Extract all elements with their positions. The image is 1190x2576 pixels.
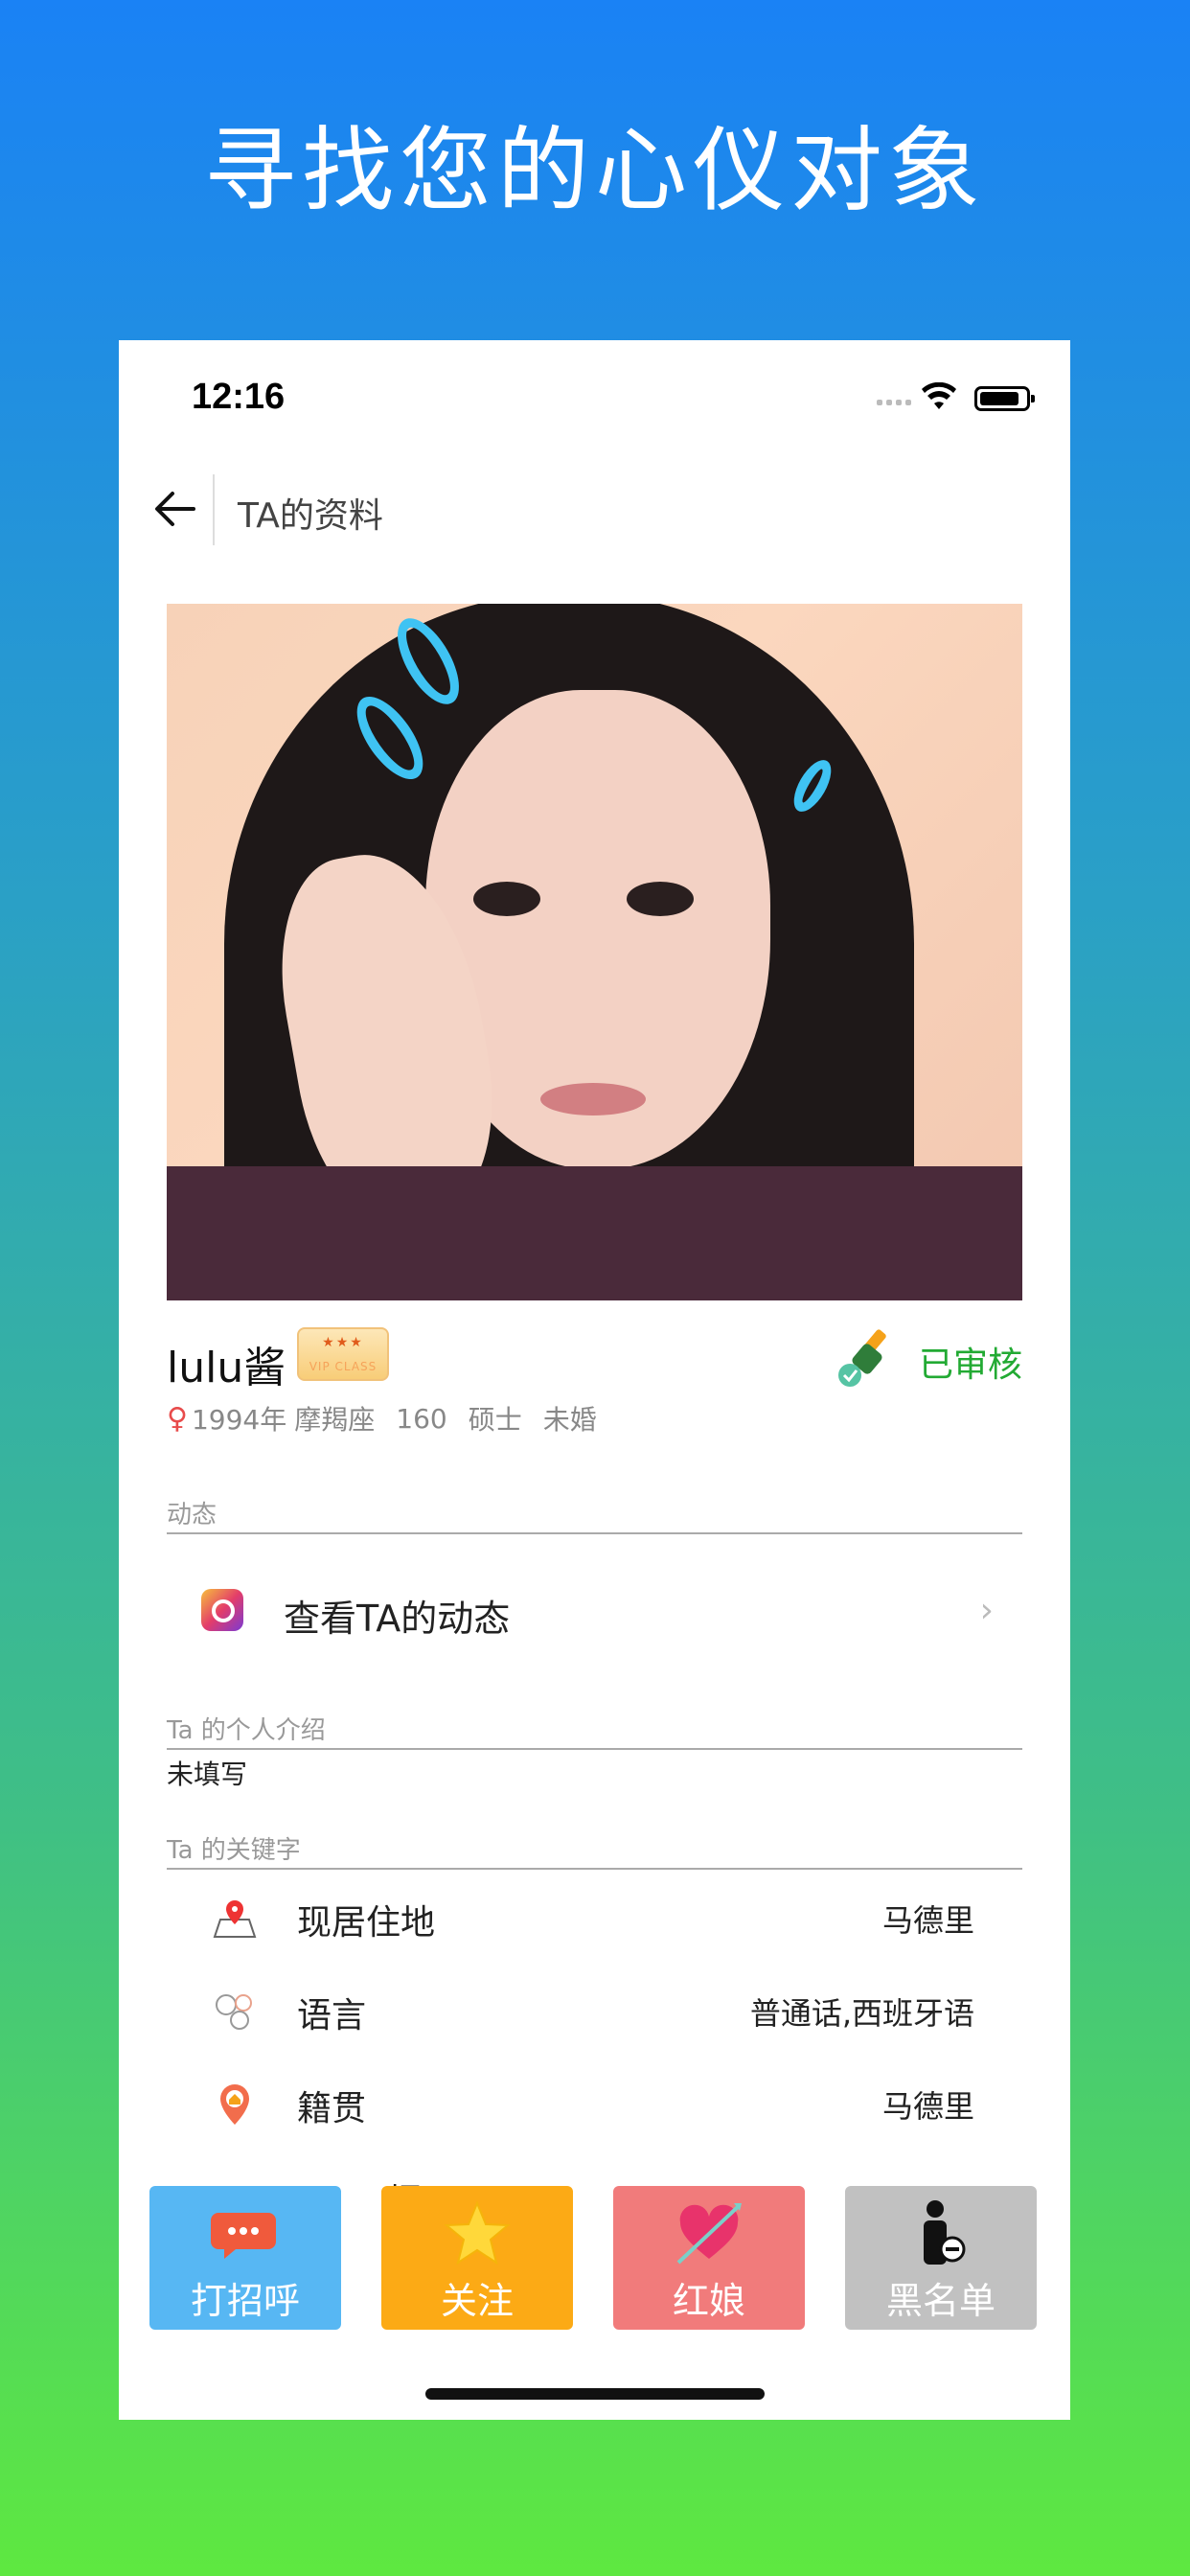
status-time: 12:16 [192,377,286,417]
camera-icon [201,1589,243,1631]
action-bar: 打招呼 关注 红娘 黑名单 [149,2186,1041,2330]
follow-button[interactable]: 关注 [381,2186,573,2330]
marital-status: 未婚 [542,1404,597,1436]
section-keywords-label: Ta 的关键字 [167,1830,1022,1870]
verified-brush-icon [838,1329,886,1387]
chat-bubble-icon [211,2213,276,2259]
vip-stars: ★★★ [322,1335,364,1350]
navbar: TA的资料 [119,463,1070,549]
chevron-right-icon: › [979,1591,994,1630]
battery-icon [974,386,1035,411]
heart-arrow-icon [676,2203,742,2265]
follow-label: 关注 [440,2280,514,2322]
height: 160 [396,1402,447,1435]
profile-header: lulu酱 ★★★ VIP CLASS 已审核 [167,1327,1022,1394]
vip-badge: ★★★ VIP CLASS [297,1327,389,1381]
keyword-row: 现居住地 马德里 [167,1874,1022,1966]
vip-class-label: VIP CLASS [309,1360,378,1373]
zodiac: 摩羯座 [294,1404,376,1436]
birth-year: 1994年 [191,1404,287,1436]
home-pin-icon [211,2081,259,2128]
female-icon: ♀ [167,1401,188,1436]
keyword-label: 语言 [297,1996,367,2036]
phone-screen: 12:16 TA的资料 lulu酱 ★★★ VIP CLASS 已审核 ♀ 19… [119,340,1070,2420]
moments-link-label: 查看TA的动态 [284,1598,511,1640]
language-icon [211,1988,259,2036]
section-moments-label: 动态 [167,1495,1022,1534]
back-button[interactable] [146,480,203,538]
profile-info-row: ♀ 1994年 摩羯座 160 硕士 未婚 [167,1399,597,1438]
moments-link[interactable]: 查看TA的动态 › [167,1572,1022,1658]
map-pin-icon [211,1895,259,1943]
promo-headline: 寻找您的心仪对象 [204,117,986,224]
blacklist-label: 黑名单 [885,2280,995,2322]
star-icon [444,2200,511,2266]
keyword-row: 籍贯 马德里 [167,2059,1022,2152]
education: 硕士 [468,1404,522,1436]
home-indicator[interactable] [425,2388,765,2400]
keyword-row: 语言 普通话,西班牙语 [167,1966,1022,2059]
keyword-value: 马德里 [881,1902,974,1939]
keyword-value: 普通话,西班牙语 [749,1995,974,2032]
keyword-label: 籍贯 [297,2089,367,2128]
greet-button[interactable]: 打招呼 [149,2186,341,2330]
blacklist-button[interactable]: 黑名单 [845,2186,1037,2330]
block-user-icon [924,2200,966,2265]
keyword-value: 马德里 [881,2088,974,2125]
profile-photo[interactable] [167,604,1022,1300]
arrow-left-icon [155,492,195,526]
greet-label: 打招呼 [190,2280,300,2322]
matchmaker-label: 红娘 [672,2280,745,2322]
profile-name: lulu酱 [167,1344,286,1392]
keyword-label: 现居住地 [297,1903,436,1943]
section-intro-label: Ta 的个人介绍 [167,1711,1022,1750]
cellular-signal-icon [877,400,911,405]
wifi-icon [922,382,956,409]
nav-divider [213,474,215,545]
page-title: TA的资料 [238,496,383,536]
intro-value: 未填写 [167,1759,248,1790]
status-bar: 12:16 [119,340,1070,455]
verified-status: 已审核 [918,1346,1022,1385]
matchmaker-button[interactable]: 红娘 [613,2186,805,2330]
